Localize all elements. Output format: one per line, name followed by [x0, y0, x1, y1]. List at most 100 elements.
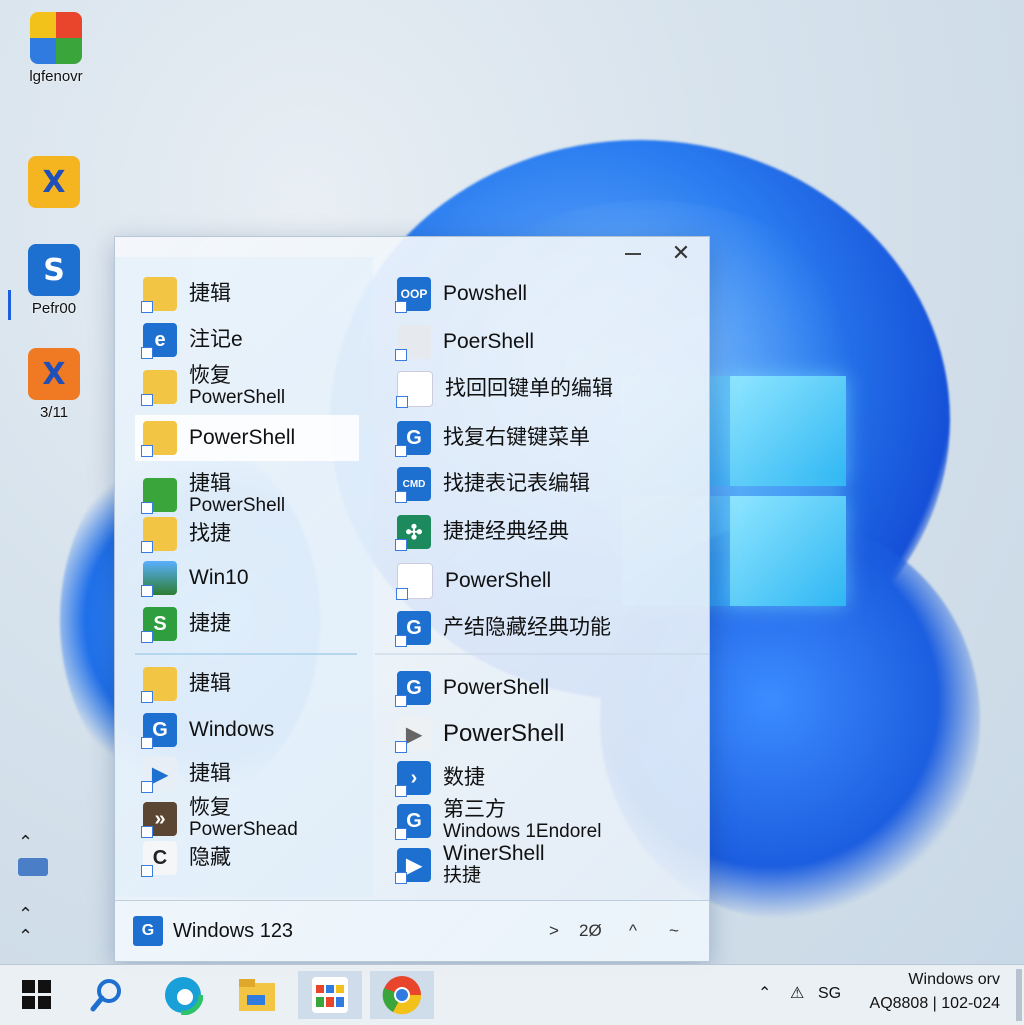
language-indicator[interactable]: SG — [818, 985, 841, 1003]
menu-item-label: 数捷 — [443, 766, 485, 789]
document-icon — [396, 563, 433, 600]
menu-item[interactable]: G Windows — [141, 713, 274, 749]
menu-item-sublabel: Windows 1Endorel — [443, 821, 602, 842]
windows-xp-logo-icon — [30, 12, 82, 64]
active-indicator — [8, 290, 11, 320]
menu-item-label: 隐藏 — [189, 846, 231, 869]
chevron-up-icon[interactable]: ⌃ — [18, 832, 33, 853]
warning-icon[interactable]: ⚠ — [790, 983, 804, 1003]
start-button[interactable] — [8, 971, 66, 1019]
folder-icon — [141, 421, 177, 457]
menu-item-label: 找复右键键菜单 — [443, 426, 590, 449]
menu-item[interactable]: OOP Powshell — [395, 277, 528, 313]
menu-item[interactable]: G 第三方 Windows 1Endorel — [395, 798, 602, 843]
menu-item[interactable]: › 数捷 — [395, 761, 485, 797]
folder-icon — [141, 667, 177, 703]
start-icon — [22, 980, 51, 1009]
menu-item[interactable]: C 隐藏 — [141, 841, 231, 877]
menu-item[interactable]: PowerShell — [396, 563, 552, 600]
folder-icon — [141, 370, 177, 406]
minimize-button[interactable] — [625, 253, 641, 255]
chevron-right-icon[interactable]: > — [549, 921, 559, 941]
menu-item[interactable]: G PowerShell — [395, 671, 549, 707]
file-explorer-button[interactable] — [228, 971, 286, 1019]
menu-item-label: Powshell — [443, 282, 528, 305]
menu-item[interactable]: 捷辑 PowerShell — [141, 473, 286, 517]
x-app-icon: X — [28, 156, 80, 208]
menu-item[interactable]: 恢复 PowerShell — [141, 365, 285, 409]
show-desktop-button[interactable] — [1016, 969, 1022, 1021]
chrome-button[interactable] — [370, 971, 434, 1019]
taskbar: ⌃ ⚠ SG Windows orv AQ8808 | 102-024 — [0, 964, 1024, 1025]
menu-item[interactable]: CMD 找捷表记表编辑 — [395, 467, 590, 503]
desktop-icon-label: Pefr00 — [31, 300, 77, 317]
play-icon: ▶ — [395, 717, 431, 753]
menu-item-label: 找捷表记表编辑 — [443, 472, 590, 495]
menu-item[interactable]: PoerShell — [395, 325, 535, 361]
menu-item-sublabel: PowerShead — [189, 819, 298, 840]
x-app-red-icon: X — [28, 348, 80, 400]
menu-footer: G Windows 123 > 2Ø ^ ~ — [115, 900, 709, 961]
menu-item-label: PowerShell — [445, 569, 552, 592]
footer-label[interactable]: Windows 123 — [173, 920, 293, 943]
clock-line-2[interactable]: AQ8808 | 102-024 — [860, 995, 1000, 1013]
menu-item-label: 找回回键单的编辑 — [445, 377, 613, 400]
menu-item[interactable]: PowerShell — [135, 415, 359, 461]
sync-icon[interactable]: 2Ø — [579, 921, 602, 941]
folder-icon — [141, 277, 177, 313]
menu-item-label: 捷捷经典经典 — [443, 520, 569, 543]
menu-item[interactable]: Win10 — [141, 561, 249, 597]
play-icon: › — [395, 761, 431, 797]
g-app-icon: G — [141, 713, 177, 749]
expand-icon[interactable]: ~ — [669, 921, 679, 941]
menu-item[interactable]: ▶ WinerShell 扶捷 — [395, 842, 545, 887]
chevron-up-icon[interactable]: ⌃ — [18, 904, 33, 925]
menu-item-label: 注记e — [189, 328, 243, 351]
menu-item[interactable]: 捷辑 — [141, 277, 231, 313]
menu-item[interactable]: 找回回键单的编辑 — [396, 371, 613, 408]
tray-app-icon[interactable] — [18, 858, 48, 876]
desktop-icon[interactable]: S Pefr00 — [14, 244, 94, 317]
menu-item[interactable]: ▶ PowerShell — [395, 717, 565, 753]
menu-item-label: 第三方 — [443, 798, 506, 821]
store-button[interactable] — [298, 971, 362, 1019]
desktop-icon[interactable]: X 3/11 — [14, 348, 94, 421]
edge-icon — [163, 975, 203, 1015]
store-icon — [312, 977, 348, 1013]
menu-item-sublabel: 扶捷 — [443, 865, 482, 886]
search-button[interactable] — [78, 971, 136, 1019]
desktop-icon-label: lgfenovr — [29, 68, 83, 85]
menu-item-sublabel: PowerShell — [189, 495, 286, 516]
edge-button[interactable] — [154, 971, 212, 1019]
menu-item-label: 找捷 — [189, 522, 231, 545]
menu-item[interactable]: ✣ 捷捷经典经典 — [395, 515, 569, 551]
chevron-up-icon[interactable]: ⌃ — [758, 983, 771, 1003]
menu-item-label: 捷辑 — [189, 282, 231, 305]
clock-line-1[interactable]: Windows orv — [860, 971, 1000, 989]
landscape-icon — [141, 561, 177, 597]
desktop-icon[interactable]: lgfenovr — [16, 12, 96, 85]
chevron-up-icon[interactable]: ⌃ — [18, 926, 33, 947]
menu-item[interactable]: e 注记e — [141, 323, 243, 359]
start-menu: ✕ 捷辑 e 注记e 恢复 PowerShell PowerShell 捷辑 Pow… — [114, 236, 710, 962]
menu-item[interactable]: 找捷 — [141, 517, 231, 553]
swirl-app-icon: S — [28, 244, 80, 296]
media-icon: » — [141, 802, 177, 838]
g-app-icon: G — [395, 421, 431, 457]
g-app-icon: G — [395, 804, 431, 840]
menu-item[interactable]: 捷辑 — [141, 667, 231, 703]
menu-item-label: PowerShell — [443, 720, 565, 747]
chevron-up-icon[interactable]: ^ — [629, 921, 637, 941]
menu-item[interactable]: ▶ 捷辑 — [141, 757, 231, 793]
menu-item[interactable]: G 找复右键键菜单 — [395, 421, 590, 457]
menu-item[interactable]: S 捷捷 — [141, 607, 231, 643]
menu-item-label: 捷辑 — [189, 672, 231, 695]
desktop-icon[interactable]: X — [14, 156, 94, 212]
blank-file-icon — [395, 325, 431, 361]
menu-item[interactable]: » 恢复 PowerShead — [141, 797, 298, 841]
menu-item[interactable]: G 产结隐藏经典功能 — [395, 611, 611, 647]
menu-item-label: WinerShell — [443, 842, 545, 865]
menu-item-label: PoerShell — [443, 330, 535, 353]
c-app-icon: C — [141, 841, 177, 877]
file-explorer-icon — [239, 979, 275, 1011]
